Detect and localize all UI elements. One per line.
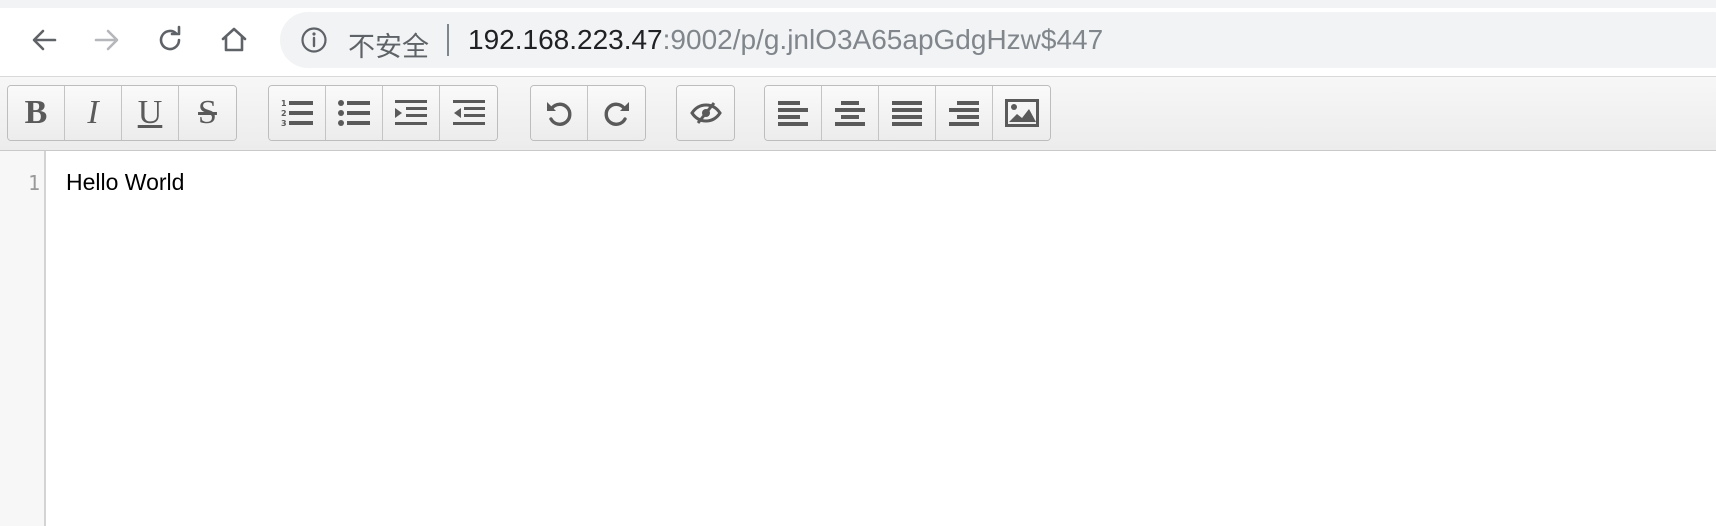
forward-button[interactable] [89,22,125,58]
undo-icon [547,102,572,126]
insert-image-button[interactable] [993,86,1050,140]
editor-toolbar: B I U S 1 2 3 [0,76,1716,151]
italic-button[interactable]: I [65,86,122,140]
back-button[interactable] [26,22,62,58]
align-left-button[interactable] [765,86,822,140]
strikethrough-icon: S [198,94,217,131]
history-group [530,85,646,141]
url-path: :9002/p/g.jnlO3A65apGdgHzw$447 [662,24,1104,55]
reload-button[interactable] [152,22,188,58]
align-right-icon [949,101,979,126]
underline-button[interactable]: U [122,86,179,140]
align-center-button[interactable] [822,86,879,140]
omnibox-divider [447,24,449,56]
align-center-icon [835,101,865,126]
redo-icon [604,102,629,126]
outdent-icon [452,100,485,125]
unordered-list-button[interactable] [326,86,383,140]
italic-icon: I [87,94,99,131]
bold-icon: B [24,94,48,131]
toggle-authorship-button[interactable] [677,86,734,140]
align-justify-icon [892,101,922,126]
editor-line[interactable]: Hello World [66,169,184,196]
security-status[interactable]: 不安全 [348,25,429,64]
svg-text:2: 2 [281,109,287,118]
editor-area[interactable]: 1 Hello World [0,151,1716,526]
ordered-list-button[interactable]: 1 2 3 [269,86,326,140]
home-icon [221,27,247,52]
browser-toolbar: 不安全 192.168.223.47:9002/p/g.jnlO3A65apGd… [0,0,1716,76]
svg-text:1: 1 [281,99,287,108]
address-bar[interactable]: 不安全 192.168.223.47:9002/p/g.jnlO3A65apGd… [280,12,1716,68]
redo-button[interactable] [588,86,645,140]
unordered-list-icon [338,100,370,126]
svg-text:3: 3 [281,119,287,128]
image-icon [1004,99,1039,127]
info-icon[interactable] [300,26,328,54]
url-host: 192.168.223.47 [468,24,663,55]
reload-icon [159,25,181,51]
underline-icon: U [137,94,163,131]
forward-arrow-icon [94,29,119,51]
line-number-gutter: 1 [0,151,46,526]
visibility-group [676,85,735,141]
home-button[interactable] [216,22,252,58]
alignment-group [764,85,1051,141]
strikethrough-button[interactable]: S [179,86,236,140]
outdent-button[interactable] [440,86,497,140]
undo-button[interactable] [531,86,588,140]
align-left-icon [778,101,808,126]
indent-icon [395,100,427,125]
back-arrow-icon [32,29,57,51]
eye-slash-icon [689,102,722,124]
url-text[interactable]: 192.168.223.47:9002/p/g.jnlO3A65apGdgHzw… [468,24,1103,56]
text-style-group: B I U S [7,85,237,141]
ordered-list-icon: 1 2 3 [281,99,313,128]
indent-button[interactable] [383,86,440,140]
align-right-button[interactable] [936,86,993,140]
bold-button[interactable]: B [8,86,65,140]
lists-group: 1 2 3 [268,85,498,141]
line-number: 1 [27,171,40,195]
align-justify-button[interactable] [879,86,936,140]
